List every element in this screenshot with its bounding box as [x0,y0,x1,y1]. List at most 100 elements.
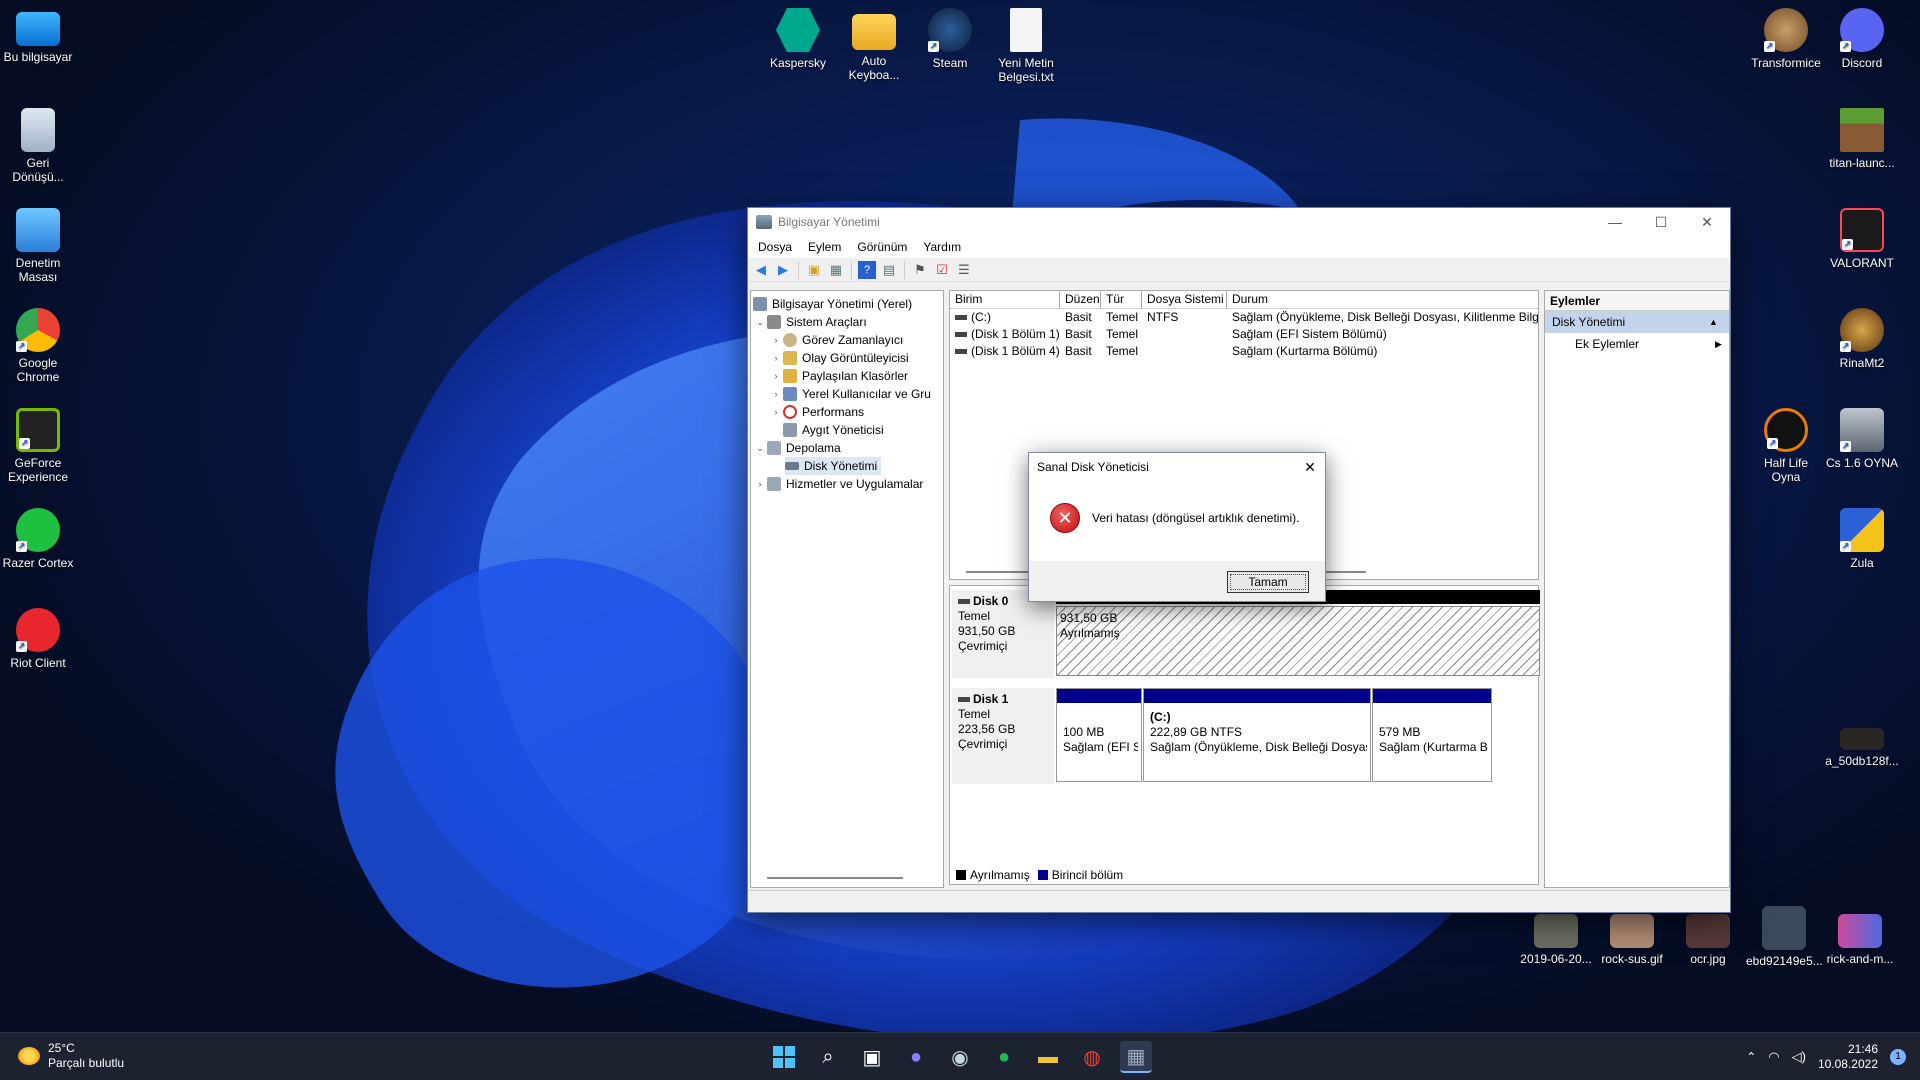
disk-1-c-partition[interactable]: (C:) 222,89 GB NTFS Sağlam (Önyükleme, D… [1143,688,1371,782]
window-titlebar[interactable]: Bilgisayar Yönetimi — ☐ ✕ [748,208,1730,236]
column-filesystem[interactable]: Dosya Sistemi [1142,291,1227,308]
chat-icon[interactable]: ● [900,1041,932,1073]
tree-node-device-manager[interactable]: Aygıt Yöneticisi [769,421,884,439]
properties-icon[interactable]: ▤ [880,261,898,279]
desktop-icon-half-life[interactable]: ↗ Half Life Oyna [1748,408,1824,484]
back-arrow-icon[interactable]: ◀ [752,261,770,279]
chevron-right-icon[interactable]: › [769,349,783,367]
desktop-icon-geforce[interactable]: ↗ GeForce Experience [0,408,76,484]
horizontal-scrollbar[interactable] [767,877,903,879]
desktop-icon-control-panel[interactable]: Denetim Masası [0,208,76,284]
disk-1-efi-partition[interactable]: 100 MB Sağlam (EFI S [1056,688,1142,782]
desktop-icon-rock-sus[interactable]: rock-sus.gif [1594,914,1670,966]
minimize-button[interactable]: — [1592,208,1638,236]
dialog-close-button[interactable]: ✕ [1295,453,1325,481]
desktop-icon-transformice[interactable]: ↗ Transformice [1748,8,1824,70]
search-icon[interactable]: ⌕ [812,1041,844,1073]
windows-start-icon[interactable] [768,1041,800,1073]
desktop-icon-cs16[interactable]: ↗ Cs 1.6 OYNA [1824,408,1900,470]
close-button[interactable]: ✕ [1684,208,1730,236]
show-tree-icon[interactable]: ▦ [827,261,845,279]
check-icon[interactable]: ☑ [933,261,951,279]
submenu-arrow-icon: ▶ [1715,339,1722,349]
maximize-button[interactable]: ☐ [1638,208,1684,236]
desktop-icon-riot-client[interactable]: ↗ Riot Client [0,608,76,670]
steam-icon[interactable]: ◉ [944,1041,976,1073]
desktop-icon-2019-image[interactable]: 2019-06-20... [1518,914,1594,966]
desktop-icon-this-pc[interactable]: Bu bilgisayar [0,8,76,64]
chevron-down-icon[interactable]: ⌄ [753,439,767,457]
desktop-icon-a50db128f[interactable]: a_50db128f... [1824,728,1900,768]
column-type[interactable]: Tür [1101,291,1142,308]
list-view-icon[interactable]: ☰ [955,261,973,279]
column-volume[interactable]: Birim [950,291,1060,308]
disk-0-label[interactable]: Disk 0 Temel 931,50 GB Çevrimiçi [952,590,1054,678]
menu-file[interactable]: Dosya [750,240,800,254]
transformice-icon: ↗ [1764,8,1808,52]
clock[interactable]: 21:46 10.08.2022 [1818,1042,1878,1072]
tree-node-root[interactable]: Bilgisayar Yönetimi (Yerel) [753,295,912,313]
action-more-actions[interactable]: Ek Eylemler ▶ [1545,333,1729,355]
desktop-icon-titan-launcher[interactable]: titan-launc... [1824,108,1900,170]
notification-badge[interactable]: 1 [1890,1049,1906,1065]
task-view-icon[interactable]: ▣ [856,1041,888,1073]
weather-widget[interactable]: 25°C Parçalı bulutlu [18,1041,124,1071]
desktop-icon-text-file[interactable]: Yeni Metin Belgesi.txt [988,8,1064,84]
disk-1-label[interactable]: Disk 1 Temel 223,56 GB Çevrimiçi [952,688,1054,784]
file-explorer-icon[interactable]: ▬ [1032,1041,1064,1073]
column-layout[interactable]: Düzen [1060,291,1101,308]
computer-management-icon[interactable]: ▦ [1120,1041,1152,1073]
spotify-icon[interactable]: ● [988,1041,1020,1073]
table-row[interactable]: (Disk 1 Bölüm 4) Basit Temel Sağlam (Kur… [950,343,1538,360]
desktop-icon-auto-keyboard[interactable]: Auto Keyboa... [836,8,912,82]
disk-1-recovery-partition[interactable]: 579 MB Sağlam (Kurtarma B [1372,688,1492,782]
connect-icon[interactable]: ⚑ [911,261,929,279]
table-row[interactable]: (C:) Basit Temel NTFS Sağlam (Önyükleme,… [950,309,1538,326]
wifi-icon[interactable]: ◠ [1768,1049,1779,1065]
chevron-right-icon[interactable]: › [769,367,783,385]
tree-node-system-tools[interactable]: ⌄ Sistem Araçları [753,313,867,331]
desktop-icon-valorant[interactable]: ↗ VALORANT [1824,208,1900,270]
desktop-icon-ocr[interactable]: ocr.jpg [1670,914,1746,966]
tree-node-performance[interactable]: › Performans [769,403,864,421]
tree-node-event-viewer[interactable]: › Olay Görüntüleyicisi [769,349,909,367]
desktop-icon-discord[interactable]: ↗ Discord [1824,8,1900,70]
desktop-icon-recycle-bin[interactable]: Geri Dönüşü... [0,108,76,184]
forward-arrow-icon[interactable]: ▶ [774,261,792,279]
tree-node-disk-management[interactable]: Disk Yönetimi [785,457,882,475]
tree-node-storage[interactable]: ⌄ Depolama [753,439,841,457]
desktop-icon-chrome[interactable]: ↗ Google Chrome [0,308,76,384]
tree-node-local-users[interactable]: › Yerel Kullanıcılar ve Gru [769,385,931,403]
chevron-right-icon[interactable]: › [769,403,783,421]
ok-button[interactable]: Tamam [1227,571,1309,593]
dialog-titlebar[interactable]: Sanal Disk Yöneticisi ✕ [1029,453,1325,481]
menu-action[interactable]: Eylem [800,240,849,254]
collapse-up-icon[interactable]: ▲ [1709,311,1729,333]
desktop-icon-kaspersky[interactable]: Kaspersky [760,8,836,70]
chevron-right-icon[interactable]: › [753,475,767,493]
disk-0-unallocated-partition[interactable]: 931,50 GB Ayrılmamış [1056,590,1540,676]
desktop-icon-zula[interactable]: ↗ Zula [1824,508,1900,570]
tree-node-shared-folders[interactable]: › Paylaşılan Klasörler [769,367,908,385]
tree-node-task-scheduler[interactable]: › Görev Zamanlayıcı [769,331,903,349]
help-icon[interactable]: ? [858,260,876,279]
table-row[interactable]: (Disk 1 Bölüm 1) Basit Temel Sağlam (EFI… [950,326,1538,343]
up-folder-icon[interactable]: ▣ [805,261,823,279]
chevron-right-icon[interactable]: › [769,331,783,349]
desktop-icon-ebd92149[interactable]: ebd92149e5... [1746,906,1823,968]
tree-node-services[interactable]: › Hizmetler ve Uygulamalar [753,475,923,493]
image-file-icon [1686,914,1730,948]
chrome-icon[interactable]: ◍ [1076,1041,1108,1073]
desktop-icon-rinamt2[interactable]: ↗ RinaMt2 [1824,308,1900,370]
menu-help[interactable]: Yardım [915,240,969,254]
menu-view[interactable]: Görünüm [849,240,915,254]
chevron-up-icon[interactable]: ⌃ [1746,1050,1756,1064]
desktop-icon-steam[interactable]: ↗ Steam [912,8,988,70]
chevron-down-icon[interactable]: ⌄ [753,313,767,331]
chevron-right-icon[interactable]: › [769,385,783,403]
desktop-icon-rick-and-morty[interactable]: rick-and-m... [1822,914,1898,966]
desktop-icon-razer-cortex[interactable]: ↗ Razer Cortex [0,508,76,570]
speaker-icon[interactable]: ◁) [1792,1049,1806,1065]
column-status[interactable]: Durum [1227,291,1538,308]
actions-section-disk-management[interactable]: Disk Yönetimi ▲ [1545,311,1729,333]
